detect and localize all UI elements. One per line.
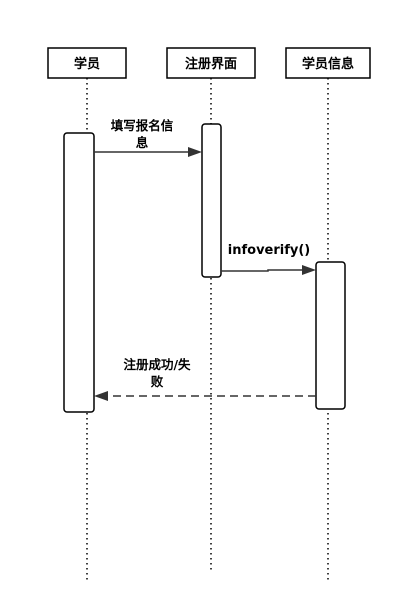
message-register-result-arrowhead [94, 391, 108, 401]
message-infoverify-arrowhead [302, 265, 316, 275]
activation-student [63, 132, 95, 413]
message-register-result: 注册成功/失 败 [94, 357, 316, 401]
activation-student-info [315, 261, 346, 410]
message-infoverify-line [221, 269, 302, 272]
participant-student-info-label: 学员信息 [302, 56, 354, 72]
participant-student-info: 学员信息 [285, 47, 371, 79]
message-infoverify: infoverify() [221, 243, 316, 275]
message-infoverify-label: infoverify() [228, 243, 310, 258]
message-fill-info-label-line-2: 息 [136, 135, 149, 150]
activation-register-ui [201, 123, 222, 278]
message-register-result-label-line-2: 败 [151, 374, 164, 389]
participant-student-label: 学员 [74, 56, 100, 72]
message-fill-info-label-line-1: 填写报名信 [111, 118, 174, 133]
message-register-result-label-line-1: 注册成功/失 [123, 357, 191, 372]
sequence-diagram: 学员 注册界面 学员信息 填写报名信 息 infoverify() 注册成功/失… [47, 47, 371, 580]
participant-register-ui-label: 注册界面 [185, 56, 237, 72]
participant-register-ui: 注册界面 [166, 47, 256, 79]
message-fill-info-arrowhead [188, 147, 202, 157]
message-fill-info: 填写报名信 息 [94, 118, 202, 157]
participant-student: 学员 [47, 47, 127, 79]
